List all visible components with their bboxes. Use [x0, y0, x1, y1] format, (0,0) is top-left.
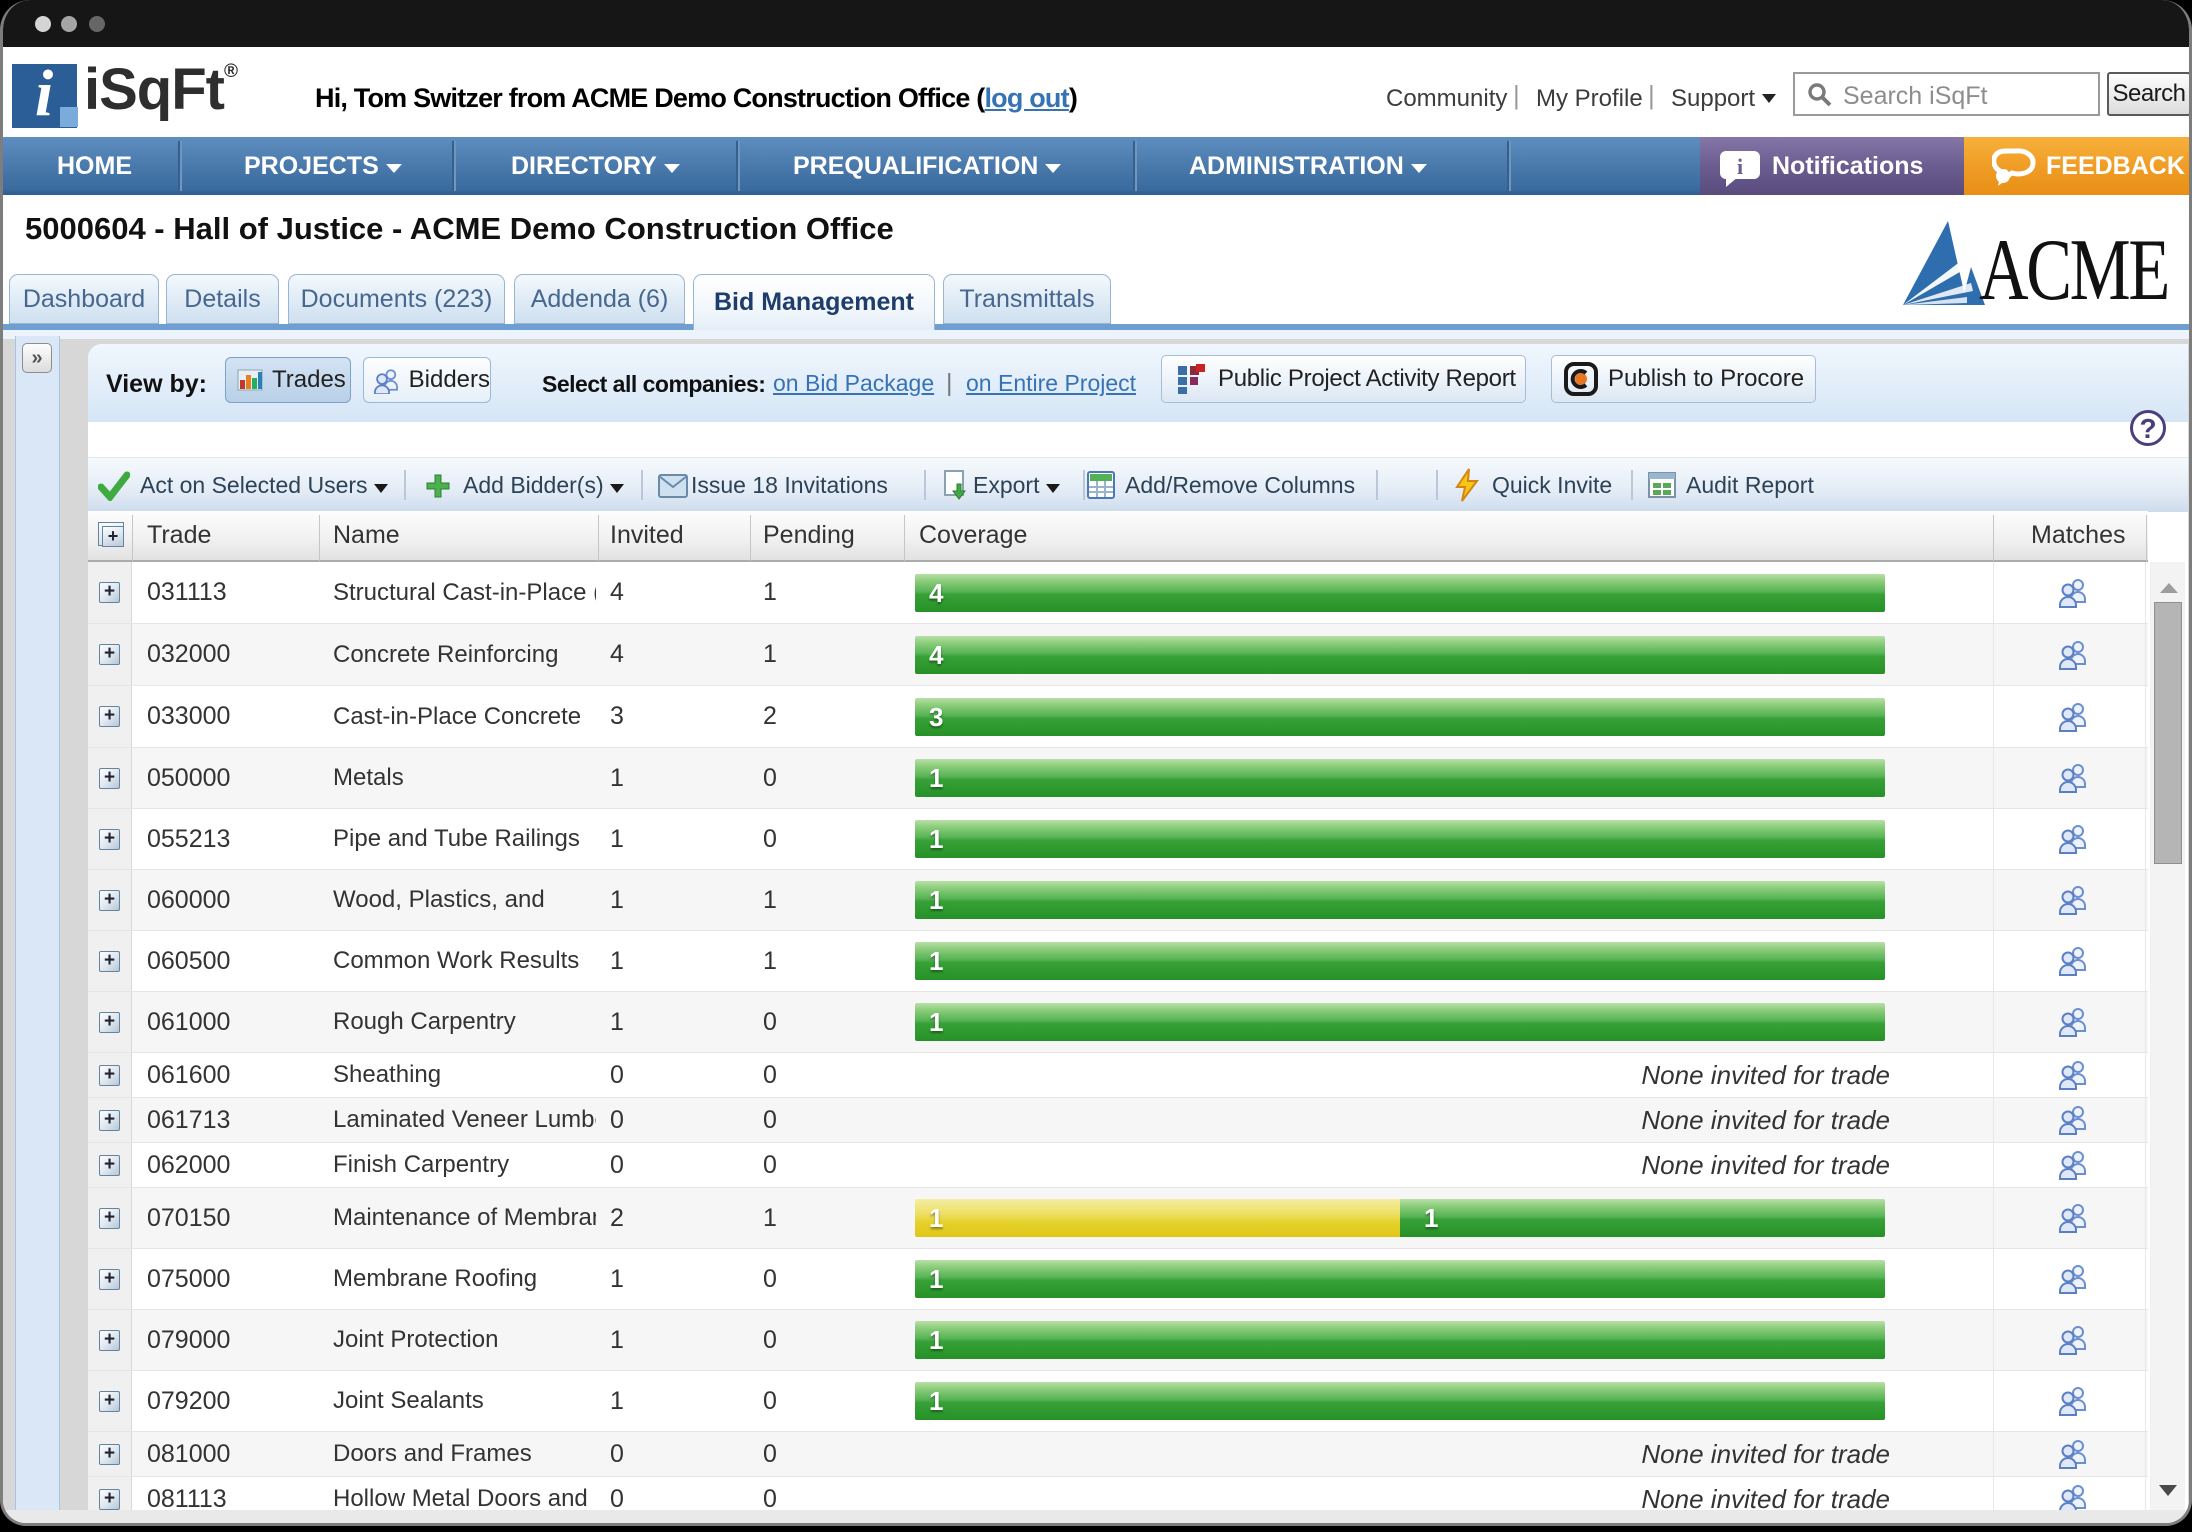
svg-text:i: i	[1737, 154, 1743, 179]
